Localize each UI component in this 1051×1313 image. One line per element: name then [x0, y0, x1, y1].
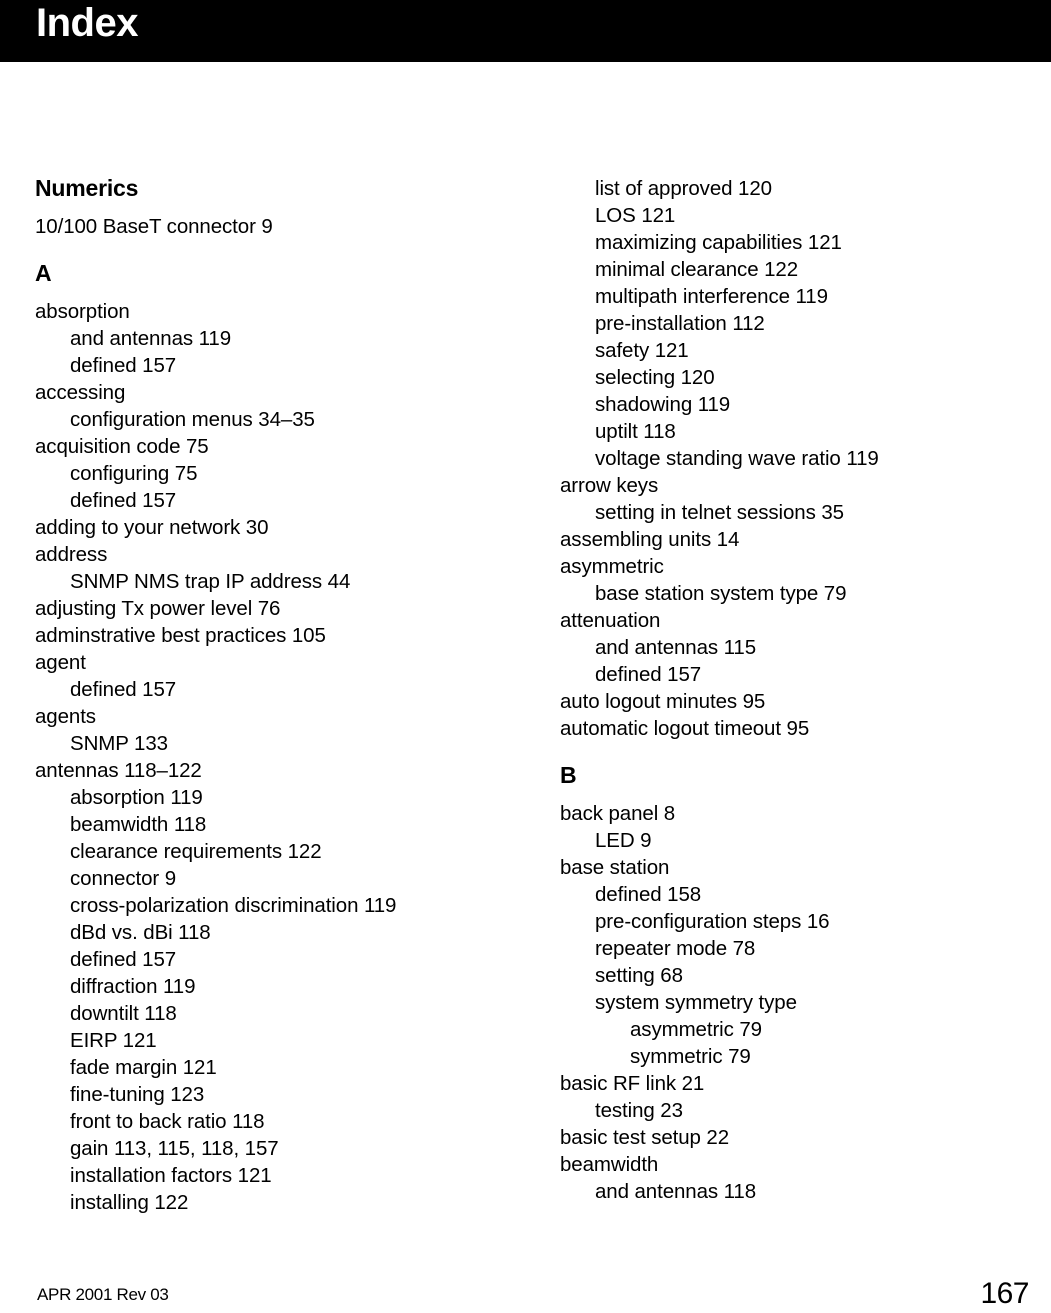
- index-entry-level-1[interactable]: absorption: [35, 298, 505, 325]
- index-entry-level-2[interactable]: configuration menus 34–35: [35, 406, 505, 433]
- index-entry-level-2[interactable]: list of approved 120: [560, 175, 1030, 202]
- index-entry-level-1[interactable]: adminstrative best practices 105: [35, 622, 505, 649]
- index-entry-level-1[interactable]: beamwidth: [560, 1151, 1030, 1178]
- index-column-left: Numerics 10/100 BaseT connector 9 Aabsorpt…: [35, 62, 505, 1216]
- index-entry-level-2[interactable]: downtilt 118: [35, 1000, 505, 1027]
- index-entry-level-2[interactable]: defined 157: [560, 661, 1030, 688]
- index-section-heading: B: [560, 762, 577, 788]
- index-entry-level-3[interactable]: symmetric 79: [560, 1043, 1030, 1070]
- index-entry-level-2[interactable]: defined 157: [35, 352, 505, 379]
- index-entry-level-2[interactable]: EIRP 121: [35, 1027, 505, 1054]
- index-entry-level-2[interactable]: defined 157: [35, 676, 505, 703]
- index-entry-level-1[interactable]: arrow keys: [560, 472, 1030, 499]
- index-entry-level-2[interactable]: beamwidth 118: [35, 811, 505, 838]
- index-entry-level-2[interactable]: system symmetry type: [560, 989, 1030, 1016]
- index-entry-level-2[interactable]: clearance requirements 122: [35, 838, 505, 865]
- index-entry-level-1[interactable]: agent: [35, 649, 505, 676]
- footer-revision: APR 2001 Rev 03: [37, 1285, 169, 1304]
- index-entry-level-1[interactable]: auto logout minutes 95: [560, 688, 1030, 715]
- index-entry-level-2[interactable]: setting 68: [560, 962, 1030, 989]
- index-entry-group: absorption and antennas 119 defined 157 acc…: [35, 298, 505, 1216]
- index-entry-level-2[interactable]: selecting 120: [560, 364, 1030, 391]
- index-entry-level-2[interactable]: uptilt 118: [560, 418, 1030, 445]
- index-entry-level-2[interactable]: repeater mode 78: [560, 935, 1030, 962]
- index-entry-level-2[interactable]: shadowing 119: [560, 391, 1030, 418]
- index-entry-level-2[interactable]: SNMP NMS trap IP address 44: [35, 568, 505, 595]
- index-entry-level-2[interactable]: configuring 75: [35, 460, 505, 487]
- index-entry-level-1[interactable]: attenuation: [560, 607, 1030, 634]
- index-entry-level-2[interactable]: cross-polarization discrimination 119: [35, 892, 505, 919]
- index-entry-level-2[interactable]: diffraction 119: [35, 973, 505, 1000]
- footer-page-number: 167: [980, 1277, 1029, 1310]
- index-entry-level-2[interactable]: and antennas 115: [560, 634, 1030, 661]
- index-entry-group: list of approved 120 LOS 121 maximizing ca…: [560, 175, 1030, 742]
- index-entry-level-2[interactable]: and antennas 119: [35, 325, 505, 352]
- index-entry-level-1[interactable]: asymmetric: [560, 553, 1030, 580]
- index-entry-level-2[interactable]: testing 23: [560, 1097, 1030, 1124]
- index-entry-level-2[interactable]: fine-tuning 123: [35, 1081, 505, 1108]
- index-entry-level-2[interactable]: fade margin 121: [35, 1054, 505, 1081]
- index-entry-level-2[interactable]: front to back ratio 118: [35, 1108, 505, 1135]
- index-entry-level-1[interactable]: 10/100 BaseT connector 9: [35, 213, 505, 240]
- index-entry-group: 10/100 BaseT connector 9: [35, 213, 505, 240]
- index-entry-level-2[interactable]: dBd vs. dBi 118: [35, 919, 505, 946]
- index-entry-level-2[interactable]: LED 9: [560, 827, 1030, 854]
- index-entry-level-1[interactable]: base station: [560, 854, 1030, 881]
- index-entry-level-1[interactable]: adjusting Tx power level 76: [35, 595, 505, 622]
- page-title: Index: [36, 1, 138, 45]
- index-entry-level-1[interactable]: automatic logout timeout 95: [560, 715, 1030, 742]
- index-entry-level-2[interactable]: setting in telnet sessions 35: [560, 499, 1030, 526]
- index-entry-level-1[interactable]: acquisition code 75: [35, 433, 505, 460]
- index-entry-level-2[interactable]: pre-configuration steps 16: [560, 908, 1030, 935]
- index-entry-level-2[interactable]: connector 9: [35, 865, 505, 892]
- index-entry-level-1[interactable]: adding to your network 30: [35, 514, 505, 541]
- index-entry-level-2[interactable]: installing 122: [35, 1189, 505, 1216]
- page-footer: APR 2001 Rev 03 167: [0, 1250, 1051, 1313]
- index-entry-level-1[interactable]: agents: [35, 703, 505, 730]
- index-section-heading: Numerics: [35, 175, 139, 201]
- index-entry-level-2[interactable]: and antennas 118: [560, 1178, 1030, 1205]
- index-entry-level-2[interactable]: base station system type 79: [560, 580, 1030, 607]
- page-header-band: Index: [0, 0, 1051, 62]
- index-entry-level-2[interactable]: defined 158: [560, 881, 1030, 908]
- index-entry-level-2[interactable]: absorption 119: [35, 784, 505, 811]
- index-entry-level-2[interactable]: multipath interference 119: [560, 283, 1030, 310]
- index-entry-level-2[interactable]: defined 157: [35, 946, 505, 973]
- index-entry-level-2[interactable]: pre-installation 112: [560, 310, 1030, 337]
- index-entry-level-1[interactable]: basic test setup 22: [560, 1124, 1030, 1151]
- index-entry-level-1[interactable]: basic RF link 21: [560, 1070, 1030, 1097]
- index-section-heading: A: [35, 260, 52, 286]
- index-entry-level-2[interactable]: installation factors 121: [35, 1162, 505, 1189]
- index-entry-level-2[interactable]: SNMP 133: [35, 730, 505, 757]
- index-entry-level-2[interactable]: maximizing capabilities 121: [560, 229, 1030, 256]
- index-entry-level-1[interactable]: accessing: [35, 379, 505, 406]
- index-entry-level-2[interactable]: voltage standing wave ratio 119: [560, 445, 1030, 472]
- index-entry-group: back panel 8 LED 9 base station defined 158…: [560, 800, 1030, 1205]
- index-entry-level-1[interactable]: assembling units 14: [560, 526, 1030, 553]
- index-entry-level-2[interactable]: gain 113, 115, 118, 157: [35, 1135, 505, 1162]
- index-entry-level-3[interactable]: asymmetric 79: [560, 1016, 1030, 1043]
- index-entry-level-2[interactable]: LOS 121: [560, 202, 1030, 229]
- index-entry-level-1[interactable]: antennas 118–122: [35, 757, 505, 784]
- index-body: Numerics 10/100 BaseT connector 9 Aabsorpt…: [0, 62, 1051, 1250]
- index-entry-level-1[interactable]: address: [35, 541, 505, 568]
- index-entry-level-2[interactable]: safety 121: [560, 337, 1030, 364]
- index-column-right: list of approved 120 LOS 121 maximizing ca…: [560, 62, 1030, 1205]
- index-entry-level-2[interactable]: defined 157: [35, 487, 505, 514]
- index-entry-level-1[interactable]: back panel 8: [560, 800, 1030, 827]
- index-entry-level-2[interactable]: minimal clearance 122: [560, 256, 1030, 283]
